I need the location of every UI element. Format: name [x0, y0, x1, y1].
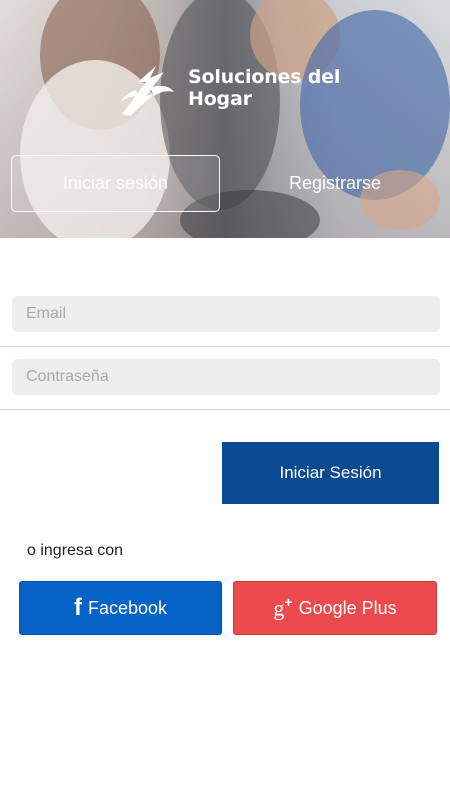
google-plus-login-button[interactable]: g+ Google Plus	[233, 581, 437, 635]
social-login-label: o ingresa con	[27, 542, 124, 559]
brand-logo: Soluciones del Hogar	[116, 62, 346, 118]
facebook-login-button[interactable]: f Facebook	[19, 581, 222, 635]
facebook-icon: f	[73, 594, 82, 621]
divider	[0, 409, 450, 410]
tab-register[interactable]: Registrarse	[250, 155, 420, 212]
google-plus-icon: g+	[273, 594, 293, 621]
hero-banner: Soluciones del Hogar Iniciar sesión Regi…	[0, 0, 450, 238]
login-button[interactable]: Iniciar Sesión	[222, 442, 439, 504]
brand-name: Soluciones del Hogar	[188, 66, 340, 110]
google-plus-label: Google Plus	[298, 597, 397, 618]
password-field[interactable]	[12, 359, 440, 395]
brand-line-1: Soluciones del	[188, 66, 341, 88]
email-field[interactable]	[12, 296, 440, 332]
tab-login[interactable]: Iniciar sesión	[11, 155, 220, 212]
brand-line-2: Hogar	[188, 88, 252, 110]
logo-mark-icon	[120, 66, 174, 116]
divider	[0, 346, 450, 347]
facebook-label: Facebook	[87, 597, 168, 618]
